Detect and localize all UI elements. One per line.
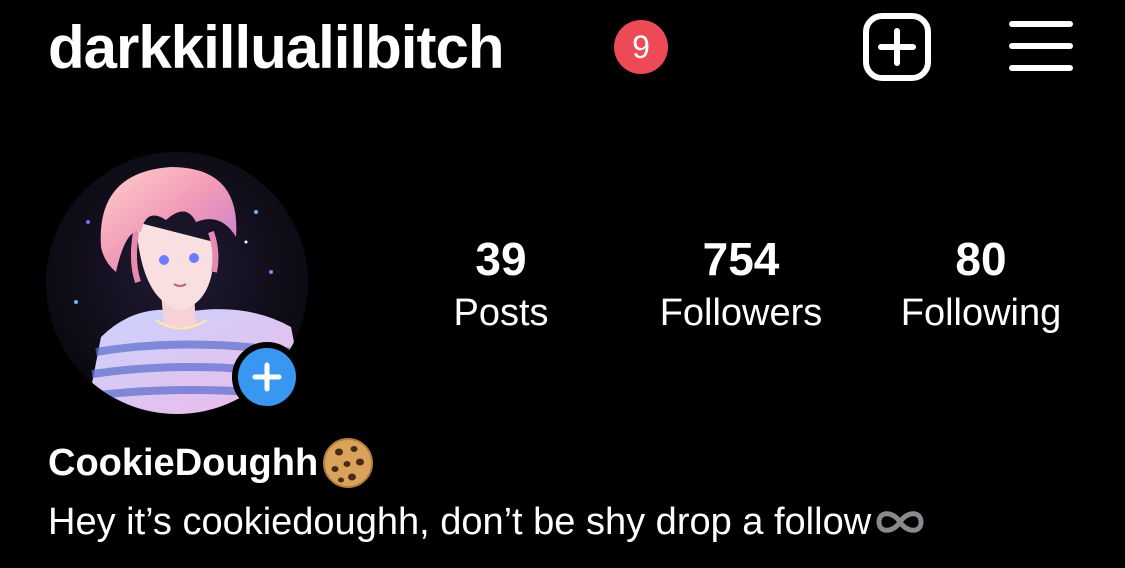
avatar-container — [46, 152, 308, 414]
following-label: Following — [900, 292, 1062, 334]
display-name: CookieDoughh — [48, 436, 374, 490]
add-story-button[interactable] — [232, 342, 302, 412]
followers-count: 754 — [702, 233, 780, 285]
infinity-icon — [876, 511, 924, 533]
notification-badge[interactable]: 9 — [614, 20, 668, 74]
stat-posts[interactable]: 39 Posts — [391, 228, 611, 336]
profile-header: darkkillualilbitch 9 — [0, 0, 1125, 100]
menu-button[interactable] — [1008, 16, 1074, 76]
hamburger-menu-icon — [1009, 21, 1073, 71]
cookie-emoji — [323, 438, 374, 488]
posts-label: Posts — [453, 292, 549, 334]
following-count: 80 — [955, 233, 1007, 285]
plus-square-icon — [863, 13, 931, 81]
posts-count: 39 — [475, 233, 527, 285]
bio-text: Hey it’s cookiedoughh, don’t be shy drop… — [48, 501, 872, 543]
followers-label: Followers — [659, 292, 823, 334]
username-title[interactable]: darkkillualilbitch — [48, 8, 504, 88]
new-post-button[interactable] — [862, 12, 932, 82]
plus-icon — [252, 362, 282, 392]
display-name-text: CookieDoughh — [48, 442, 319, 484]
bio: Hey it’s cookiedoughh, don’t be shy drop… — [48, 494, 927, 550]
stat-followers[interactable]: 754 Followers — [631, 228, 851, 336]
stat-following[interactable]: 80 Following — [871, 228, 1091, 336]
